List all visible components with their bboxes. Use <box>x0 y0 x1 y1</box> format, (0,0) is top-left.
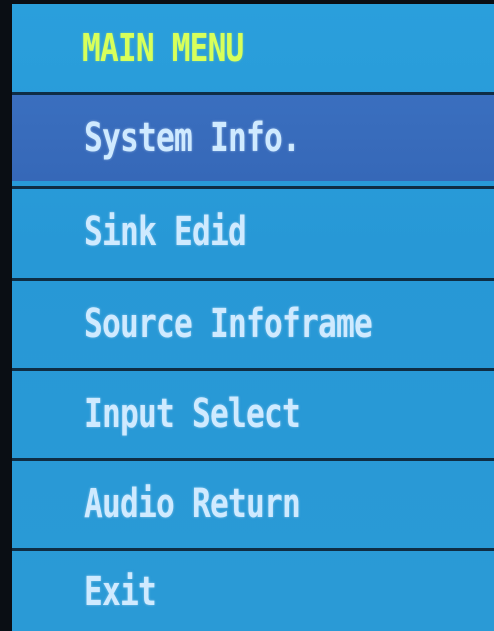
menu-item-exit[interactable]: Exit <box>12 551 494 631</box>
menu-item-system-info[interactable]: System Info. <box>12 95 494 181</box>
menu-item-label: Sink Edid <box>84 209 247 255</box>
menu-item-label: System Info. <box>84 115 301 161</box>
menu-item-source-infoframe[interactable]: Source Infoframe <box>12 281 494 367</box>
menu-item-input-select[interactable]: Input Select <box>12 371 494 457</box>
menu-item-label: Audio Return <box>84 481 301 527</box>
menu-screen: MAIN MENU System Info. Sink Edid Source … <box>12 4 494 631</box>
menu-item-label: Input Select <box>84 391 301 437</box>
menu-header: MAIN MENU <box>12 4 494 92</box>
menu-item-label: Exit <box>84 569 157 615</box>
menu-item-sink-edid[interactable]: Sink Edid <box>12 189 494 275</box>
menu-title: MAIN MENU <box>82 26 244 70</box>
menu-item-label: Source Infoframe <box>84 301 373 347</box>
menu-item-audio-return[interactable]: Audio Return <box>12 461 494 547</box>
